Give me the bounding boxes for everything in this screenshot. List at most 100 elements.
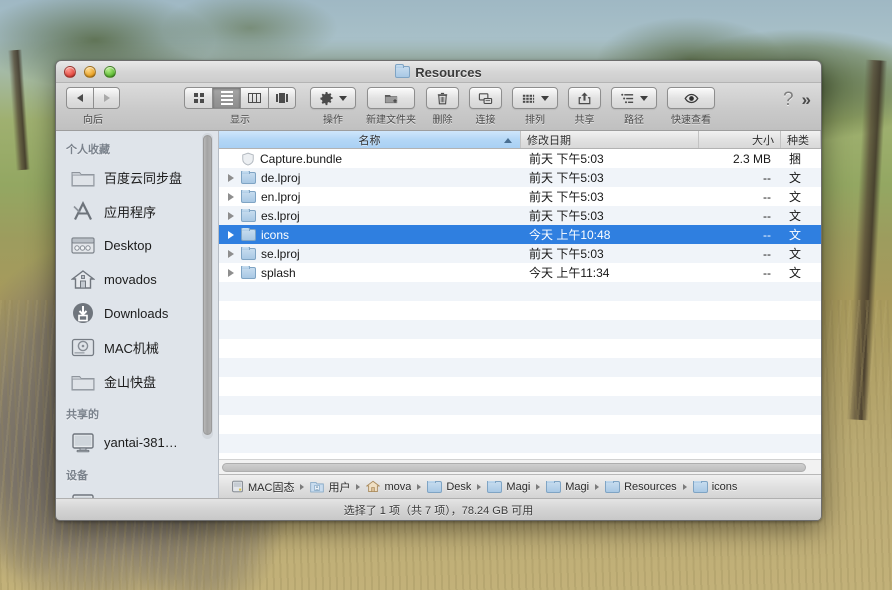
empty-row bbox=[219, 415, 821, 434]
new-folder-icon bbox=[384, 94, 397, 103]
table-row[interactable]: de.lproj 前天 下午5:03 -- 文 bbox=[219, 168, 821, 187]
overflow-chevrons-icon[interactable]: » bbox=[802, 91, 811, 108]
breadcrumb-item-resources[interactable]: Resources bbox=[605, 480, 677, 493]
disclosure-triangle[interactable] bbox=[225, 192, 236, 201]
breadcrumb-item-users[interactable]: 用户 bbox=[310, 479, 350, 495]
file-date: 前天 下午5:03 bbox=[529, 152, 604, 166]
breadcrumb-item-icons[interactable]: icons bbox=[692, 480, 737, 493]
empty-row bbox=[219, 358, 821, 377]
share-button[interactable] bbox=[568, 87, 601, 109]
file-date: 前天 下午5:03 bbox=[529, 171, 604, 185]
table-row[interactable]: en.lproj 前天 下午5:03 -- 文 bbox=[219, 187, 821, 206]
column-header-kind[interactable]: 种类 bbox=[781, 131, 821, 148]
list-view-button[interactable] bbox=[212, 87, 240, 109]
sidebar-section-devices-header: 设备 bbox=[66, 470, 88, 482]
sidebar-item-applications[interactable]: 应用程序 bbox=[56, 194, 218, 228]
file-name: Capture.bundle bbox=[260, 151, 343, 166]
sidebar-item-desktop[interactable]: Desktop bbox=[56, 228, 218, 262]
horizontal-scrollbar-thumb[interactable] bbox=[222, 462, 807, 472]
disclosure-triangle[interactable] bbox=[225, 173, 236, 182]
window-titlebar[interactable]: Resources bbox=[56, 61, 821, 83]
breadcrumb-item-magic-2[interactable]: Magi bbox=[546, 480, 590, 493]
column-headers: 名称 修改日期 大小 种类 bbox=[219, 131, 821, 149]
delete-group: 删除 bbox=[426, 87, 459, 126]
disclosure-triangle[interactable] bbox=[225, 268, 236, 277]
horizontal-scrollbar[interactable] bbox=[219, 459, 821, 474]
window-controls bbox=[64, 65, 116, 78]
breadcrumb-label: Magi bbox=[565, 480, 590, 493]
table-row-selected[interactable]: icons 今天 上午10:48 -- 文 bbox=[219, 225, 821, 244]
chevron-down-icon bbox=[541, 95, 549, 101]
column-header-name[interactable]: 名称 bbox=[219, 131, 521, 148]
disclosure-triangle[interactable] bbox=[225, 230, 236, 239]
new-folder-button[interactable] bbox=[367, 87, 415, 109]
window-title: Resources bbox=[56, 61, 821, 83]
column-header-size[interactable]: 大小 bbox=[699, 131, 781, 148]
minimize-button[interactable] bbox=[84, 65, 96, 78]
zoom-button[interactable] bbox=[104, 65, 116, 78]
gear-icon bbox=[320, 91, 333, 105]
window-title-text: Resources bbox=[415, 64, 482, 80]
action-label: 操作 bbox=[323, 115, 343, 126]
close-button[interactable] bbox=[64, 65, 76, 78]
file-name: de.lproj bbox=[261, 170, 301, 185]
file-kind: 捆 bbox=[789, 152, 802, 166]
arrange-icon bbox=[522, 94, 535, 103]
folder-icon bbox=[487, 480, 503, 493]
sidebar-item-device-partial[interactable] bbox=[56, 486, 218, 498]
file-kind: 文 bbox=[789, 209, 802, 223]
folder-icon bbox=[546, 480, 562, 493]
folder-icon bbox=[241, 189, 256, 203]
connect-button[interactable] bbox=[469, 87, 502, 109]
toolbar-overflow-area: ? » bbox=[783, 87, 813, 109]
tree-trunk-left bbox=[7, 49, 31, 171]
sidebar-item-label: 百度云同步盘 bbox=[104, 170, 183, 186]
quicklook-button[interactable] bbox=[667, 87, 715, 109]
delete-button[interactable] bbox=[426, 87, 459, 109]
arrange-button[interactable] bbox=[512, 87, 558, 109]
disclosure-triangle[interactable] bbox=[225, 249, 236, 258]
file-name: es.lproj bbox=[261, 208, 300, 223]
breadcrumb-item-home[interactable]: mova bbox=[366, 480, 411, 493]
nav-segmented-control bbox=[66, 87, 120, 109]
sidebar-item-baidu-cloud[interactable]: 百度云同步盘 bbox=[56, 160, 218, 194]
breadcrumb-item-magic-1[interactable]: Magi bbox=[487, 480, 530, 493]
breadcrumb-item-desktop[interactable]: Desk bbox=[427, 480, 471, 493]
file-size: -- bbox=[763, 227, 771, 242]
file-date: 前天 下午5:03 bbox=[529, 247, 604, 261]
breadcrumb-label: MAC固态 bbox=[248, 481, 295, 494]
breadcrumb-item-mac-ssd[interactable]: MAC固态 bbox=[231, 479, 294, 495]
sidebar-item-yantai-server[interactable]: yantai-381… bbox=[56, 425, 218, 459]
back-button[interactable] bbox=[66, 87, 93, 109]
file-kind: 文 bbox=[789, 247, 802, 261]
coverflow-view-button[interactable] bbox=[268, 87, 296, 109]
action-button[interactable] bbox=[310, 87, 356, 109]
folder-icon bbox=[241, 246, 256, 260]
path-button[interactable] bbox=[611, 87, 657, 109]
sidebar-item-kingsoft-disk[interactable]: 金山快盘 bbox=[56, 364, 218, 398]
arrow-right-icon bbox=[103, 94, 110, 102]
table-row[interactable]: Capture.bundle 前天 下午5:03 2.3 MB 捆 bbox=[219, 149, 821, 168]
delete-label: 删除 bbox=[432, 115, 453, 126]
forward-button[interactable] bbox=[93, 87, 120, 109]
help-icon[interactable]: ? bbox=[783, 90, 794, 109]
table-row[interactable]: se.lproj 前天 下午5:03 -- 文 bbox=[219, 244, 821, 263]
icon-view-button[interactable] bbox=[184, 87, 212, 109]
file-size: -- bbox=[763, 208, 771, 223]
table-row[interactable]: splash 今天 上午11:34 -- 文 bbox=[219, 263, 821, 282]
file-rows: Capture.bundle 前天 下午5:03 2.3 MB 捆 de.lpr… bbox=[219, 149, 821, 459]
sidebar-scrollbar-thumb[interactable] bbox=[203, 135, 212, 435]
table-row[interactable]: es.lproj 前天 下午5:03 -- 文 bbox=[219, 206, 821, 225]
column-view-button[interactable] bbox=[240, 87, 268, 109]
sidebar-item-downloads[interactable]: Downloads bbox=[56, 296, 218, 330]
sidebar-section-favorites-header: 个人收藏 bbox=[66, 144, 110, 156]
display-icon bbox=[70, 431, 96, 453]
column-header-date[interactable]: 修改日期 bbox=[521, 131, 699, 148]
breadcrumb-separator-icon bbox=[300, 483, 305, 490]
sidebar-scrollbar[interactable] bbox=[202, 133, 213, 439]
breadcrumb-label: 用户 bbox=[328, 481, 351, 494]
sidebar-item-home[interactable]: movados bbox=[56, 262, 218, 296]
disclosure-triangle[interactable] bbox=[225, 211, 236, 220]
sidebar-item-mac-drive[interactable]: MAC机械 bbox=[56, 330, 218, 364]
folder-icon bbox=[70, 166, 96, 188]
